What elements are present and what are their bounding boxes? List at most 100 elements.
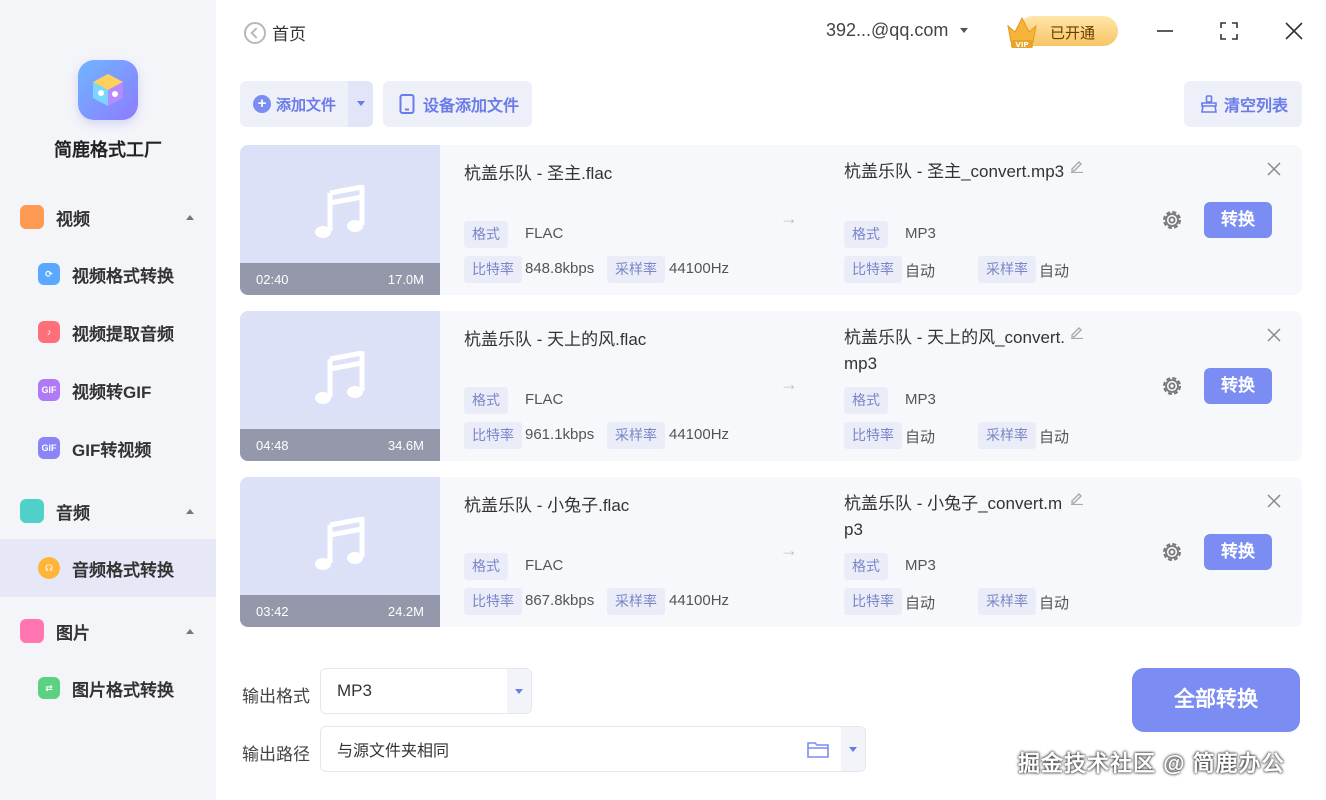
sidebar-item-video-convert[interactable]: ⟳ 视频格式转换 bbox=[0, 245, 216, 303]
thumbnail-info-bar: 02:40 17.0M bbox=[240, 263, 440, 295]
add-file-dropdown[interactable] bbox=[348, 81, 373, 127]
output-path-label: 输出路径 bbox=[242, 745, 310, 764]
remove-file-icon[interactable] bbox=[1266, 493, 1282, 509]
section-label: 音频 bbox=[56, 503, 90, 523]
close-icon bbox=[1285, 22, 1303, 40]
sidebar-item-label: GIF转视频 bbox=[72, 440, 152, 460]
image-convert-icon: ⇄ bbox=[38, 677, 60, 699]
plus-circle-icon: + bbox=[253, 95, 271, 113]
account-menu[interactable]: 392...@qq.com bbox=[826, 20, 969, 41]
device-add-file-label: 设备添加文件 bbox=[423, 98, 520, 115]
remove-file-icon[interactable] bbox=[1266, 327, 1282, 343]
output-format-select[interactable]: MP3 bbox=[320, 668, 532, 714]
phone-icon bbox=[399, 94, 415, 114]
sidebar: 简鹿格式工厂 视频 ⟳ 视频格式转换 ♪ 视频提取音频 GIF 视频转GIF G… bbox=[0, 0, 216, 800]
sidebar-item-image-convert[interactable]: ⇄ 图片格式转换 bbox=[0, 659, 216, 717]
bitrate-tag: 比特率 bbox=[464, 422, 522, 449]
audio-section-icon bbox=[20, 499, 44, 523]
music-note-icon: ♪ bbox=[38, 321, 60, 343]
source-format: FLAC bbox=[525, 391, 564, 408]
music-note-icon bbox=[315, 517, 365, 570]
gear-icon[interactable] bbox=[1159, 207, 1185, 233]
bitrate-tag: 比特率 bbox=[464, 256, 522, 283]
home-link[interactable]: 首页 bbox=[244, 20, 306, 45]
convert-button[interactable]: 转换 bbox=[1204, 368, 1272, 404]
output-samplerate: 自动 bbox=[1039, 595, 1070, 612]
source-bitrate: 867.8kbps bbox=[525, 592, 595, 609]
clear-list-label: 清空列表 bbox=[1224, 98, 1289, 115]
add-file-label: 添加文件 bbox=[276, 96, 337, 114]
sidebar-section-image[interactable]: 图片 bbox=[0, 611, 216, 651]
output-format: MP3 bbox=[905, 225, 936, 242]
sidebar-item-extract-audio[interactable]: ♪ 视频提取音频 bbox=[0, 303, 216, 361]
thumbnail-info-bar: 03:42 24.2M bbox=[240, 595, 440, 627]
image-section-icon bbox=[20, 619, 44, 643]
account-email: 392...@qq.com bbox=[826, 20, 949, 40]
chevron-up-icon bbox=[186, 508, 194, 514]
output-file-name: 杭盖乐队 - 圣主_convert.mp3 bbox=[844, 162, 1065, 181]
close-window-button[interactable] bbox=[1279, 16, 1309, 46]
file-card: 04:48 34.6M 杭盖乐队 - 天上的风.flac 格式 FLAC 比特率… bbox=[240, 311, 1302, 461]
source-file-name: 杭盖乐队 - 圣主.flac bbox=[464, 164, 613, 183]
chevron-up-icon bbox=[186, 628, 194, 634]
svg-text:VIP: VIP bbox=[1015, 41, 1028, 49]
minimize-button[interactable] bbox=[1150, 16, 1180, 46]
bitrate-tag: 比特率 bbox=[844, 256, 902, 283]
convert-button[interactable]: 转换 bbox=[1204, 534, 1272, 570]
output-file-name: 杭盖乐队 - 小兔子_convert.mp3 bbox=[844, 494, 1063, 539]
add-file-button[interactable]: + 添加文件 bbox=[240, 81, 373, 127]
chevron-up-icon bbox=[186, 214, 194, 220]
broom-icon bbox=[1201, 95, 1217, 113]
pencil-edit-icon[interactable] bbox=[1070, 325, 1084, 339]
pencil-edit-icon[interactable] bbox=[1070, 159, 1084, 173]
bitrate-tag: 比特率 bbox=[464, 588, 522, 615]
gif-to-video-icon: GIF bbox=[38, 437, 60, 459]
music-note-icon bbox=[315, 351, 365, 404]
headphones-icon: ☊ bbox=[38, 557, 60, 579]
sidebar-item-video-to-gif[interactable]: GIF 视频转GIF bbox=[0, 361, 216, 419]
convert-button[interactable]: 转换 bbox=[1204, 202, 1272, 238]
section-label: 视频 bbox=[56, 209, 90, 229]
source-samplerate: 44100Hz bbox=[669, 260, 730, 277]
folder-icon[interactable] bbox=[807, 740, 829, 758]
duration: 03:42 bbox=[256, 604, 289, 619]
sidebar-section-video[interactable]: 视频 bbox=[0, 197, 216, 237]
sidebar-item-label: 视频转GIF bbox=[72, 382, 152, 402]
sidebar-item-gif-to-video[interactable]: GIF GIF转视频 bbox=[0, 419, 216, 477]
video-section-icon bbox=[20, 205, 44, 229]
output-format: MP3 bbox=[905, 557, 936, 574]
sidebar-item-label: 音频格式转换 bbox=[72, 560, 174, 580]
maximize-icon bbox=[1220, 22, 1238, 40]
gear-icon[interactable] bbox=[1159, 539, 1185, 565]
arrow-right-icon: → bbox=[780, 374, 798, 394]
file-card: 03:42 24.2M 杭盖乐队 - 小兔子.flac 格式 FLAC 比特率 … bbox=[240, 477, 1302, 627]
output-samplerate: 自动 bbox=[1039, 263, 1070, 280]
duration: 02:40 bbox=[256, 272, 289, 287]
samplerate-tag: 采样率 bbox=[607, 256, 665, 283]
sidebar-section-audio[interactable]: 音频 bbox=[0, 491, 216, 531]
output-path-select[interactable]: 与源文件夹相同 bbox=[320, 726, 866, 772]
vip-badge[interactable]: VIP 已开通 bbox=[1004, 12, 1118, 50]
source-format: FLAC bbox=[525, 225, 564, 242]
arrow-right-icon: → bbox=[780, 540, 798, 560]
samplerate-tag: 采样率 bbox=[607, 588, 665, 615]
vip-crown-icon: VIP bbox=[1007, 16, 1037, 49]
back-arrow-icon bbox=[244, 21, 266, 44]
output-file-name: 杭盖乐队 - 天上的风_convert.mp3 bbox=[844, 328, 1066, 373]
output-path-value: 与源文件夹相同 bbox=[337, 743, 450, 760]
minimize-icon bbox=[1157, 30, 1173, 32]
watermark: 掘金技术社区 @ 简鹿办公 bbox=[1018, 751, 1285, 776]
remove-file-icon[interactable] bbox=[1266, 161, 1282, 177]
clear-list-button[interactable]: 清空列表 bbox=[1184, 81, 1302, 127]
app-name: 简鹿格式工厂 bbox=[54, 140, 162, 160]
device-add-file-button[interactable]: 设备添加文件 bbox=[383, 81, 532, 127]
app-logo bbox=[78, 60, 138, 120]
convert-all-button[interactable]: 全部转换 bbox=[1132, 668, 1300, 732]
samplerate-tag: 采样率 bbox=[978, 588, 1036, 615]
gear-icon[interactable] bbox=[1159, 373, 1185, 399]
sidebar-item-audio-convert[interactable]: ☊ 音频格式转换 bbox=[0, 539, 216, 597]
maximize-button[interactable] bbox=[1214, 16, 1244, 46]
pencil-edit-icon[interactable] bbox=[1070, 491, 1084, 505]
samplerate-tag: 采样率 bbox=[607, 422, 665, 449]
format-tag: 格式 bbox=[844, 387, 888, 414]
